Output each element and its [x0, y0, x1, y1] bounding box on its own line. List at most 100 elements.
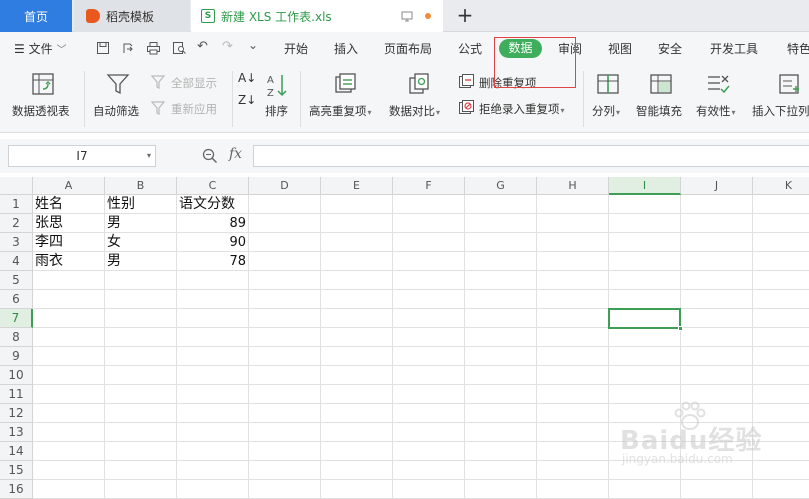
- cell-h16[interactable]: [537, 480, 609, 499]
- cell-a11[interactable]: [33, 385, 105, 404]
- cell-d12[interactable]: [249, 404, 321, 423]
- tab-template[interactable]: 稻壳模板: [74, 0, 190, 32]
- cell-c11[interactable]: [177, 385, 249, 404]
- cell-b3[interactable]: 女: [105, 233, 177, 252]
- cell-e5[interactable]: [321, 271, 393, 290]
- cell-d8[interactable]: [249, 328, 321, 347]
- column-header-a[interactable]: A: [33, 177, 105, 195]
- cell-d7[interactable]: [249, 309, 321, 328]
- cell-c10[interactable]: [177, 366, 249, 385]
- cell-c16[interactable]: [177, 480, 249, 499]
- cell-b15[interactable]: [105, 461, 177, 480]
- cell-c12[interactable]: [177, 404, 249, 423]
- cell-d4[interactable]: [249, 252, 321, 271]
- cell-i9[interactable]: [609, 347, 681, 366]
- column-header-c[interactable]: C: [177, 177, 249, 195]
- tab-home[interactable]: 首页: [0, 0, 72, 32]
- cell-d10[interactable]: [249, 366, 321, 385]
- cell-f3[interactable]: [393, 233, 465, 252]
- row-header-4[interactable]: 4: [0, 252, 33, 271]
- insert-dropdown-list-button[interactable]: 插入下拉列: [752, 67, 809, 127]
- row-header-16[interactable]: 16: [0, 480, 33, 499]
- customize-toolbar-icon[interactable]: ⌄: [248, 38, 258, 52]
- cell-k16[interactable]: [753, 480, 809, 499]
- cell-c3[interactable]: 90: [177, 233, 249, 252]
- cell-b1[interactable]: 性别: [105, 195, 177, 214]
- cell-c14[interactable]: [177, 442, 249, 461]
- print-preview-icon[interactable]: [172, 41, 187, 55]
- cell-d9[interactable]: [249, 347, 321, 366]
- cell-h14[interactable]: [537, 442, 609, 461]
- column-header-k[interactable]: K: [753, 177, 809, 195]
- cell-f11[interactable]: [393, 385, 465, 404]
- cell-i2[interactable]: [609, 214, 681, 233]
- cell-h9[interactable]: [537, 347, 609, 366]
- sort-button[interactable]: AZ 排序: [262, 67, 292, 127]
- cell-c8[interactable]: [177, 328, 249, 347]
- cell-k5[interactable]: [753, 271, 809, 290]
- cell-g1[interactable]: [465, 195, 537, 214]
- cell-f2[interactable]: [393, 214, 465, 233]
- cell-d2[interactable]: [249, 214, 321, 233]
- row-header-3[interactable]: 3: [0, 233, 33, 252]
- cell-d11[interactable]: [249, 385, 321, 404]
- cell-b7[interactable]: [105, 309, 177, 328]
- zoom-icon[interactable]: [202, 148, 218, 164]
- cell-e3[interactable]: [321, 233, 393, 252]
- cell-h3[interactable]: [537, 233, 609, 252]
- cell-g4[interactable]: [465, 252, 537, 271]
- cell-f4[interactable]: [393, 252, 465, 271]
- formula-input[interactable]: [253, 145, 809, 167]
- cell-f12[interactable]: [393, 404, 465, 423]
- row-header-5[interactable]: 5: [0, 271, 33, 290]
- menu-file[interactable]: ☰ 文件 ﹀: [14, 40, 66, 57]
- cell-a15[interactable]: [33, 461, 105, 480]
- cell-j7[interactable]: [681, 309, 753, 328]
- cell-g16[interactable]: [465, 480, 537, 499]
- cell-j3[interactable]: [681, 233, 753, 252]
- cell-f15[interactable]: [393, 461, 465, 480]
- sort-asc-desc-icons[interactable]: A↓ Z↓: [238, 71, 258, 121]
- column-header-g[interactable]: G: [465, 177, 537, 195]
- cell-h11[interactable]: [537, 385, 609, 404]
- row-header-13[interactable]: 13: [0, 423, 33, 442]
- insert-function-button[interactable]: fx: [229, 146, 242, 162]
- cell-d6[interactable]: [249, 290, 321, 309]
- cell-f9[interactable]: [393, 347, 465, 366]
- cell-h2[interactable]: [537, 214, 609, 233]
- cell-a13[interactable]: [33, 423, 105, 442]
- cell-e14[interactable]: [321, 442, 393, 461]
- menu-review[interactable]: 审阅: [558, 40, 582, 57]
- cell-a7[interactable]: [33, 309, 105, 328]
- monitor-icon[interactable]: [401, 10, 413, 22]
- highlight-duplicates-button[interactable]: 高亮重复项▾: [309, 67, 381, 127]
- cell-h15[interactable]: [537, 461, 609, 480]
- cell-e6[interactable]: [321, 290, 393, 309]
- cell-e7[interactable]: [321, 309, 393, 328]
- cell-f14[interactable]: [393, 442, 465, 461]
- cell-k4[interactable]: [753, 252, 809, 271]
- cell-f7[interactable]: [393, 309, 465, 328]
- cell-c5[interactable]: [177, 271, 249, 290]
- cell-e12[interactable]: [321, 404, 393, 423]
- cell-f5[interactable]: [393, 271, 465, 290]
- menu-data[interactable]: 数据: [499, 39, 542, 58]
- cell-k1[interactable]: [753, 195, 809, 214]
- cell-e1[interactable]: [321, 195, 393, 214]
- row-header-15[interactable]: 15: [0, 461, 33, 480]
- cell-c6[interactable]: [177, 290, 249, 309]
- autofilter-button[interactable]: 自动筛选: [93, 67, 145, 127]
- cell-j2[interactable]: [681, 214, 753, 233]
- print-icon[interactable]: [146, 41, 161, 55]
- smart-fill-button[interactable]: 智能填充: [636, 67, 688, 127]
- cell-d3[interactable]: [249, 233, 321, 252]
- row-header-10[interactable]: 10: [0, 366, 33, 385]
- row-header-6[interactable]: 6: [0, 290, 33, 309]
- tab-file[interactable]: S 新建 XLS 工作表.xls: [191, 0, 443, 32]
- column-header-e[interactable]: E: [321, 177, 393, 195]
- column-header-h[interactable]: H: [537, 177, 609, 195]
- menu-page-layout[interactable]: 页面布局: [384, 40, 432, 57]
- name-box[interactable]: I7 ▾: [8, 145, 156, 167]
- cell-h6[interactable]: [537, 290, 609, 309]
- reject-duplicates-button[interactable]: 拒绝录入重复项▾: [458, 99, 576, 117]
